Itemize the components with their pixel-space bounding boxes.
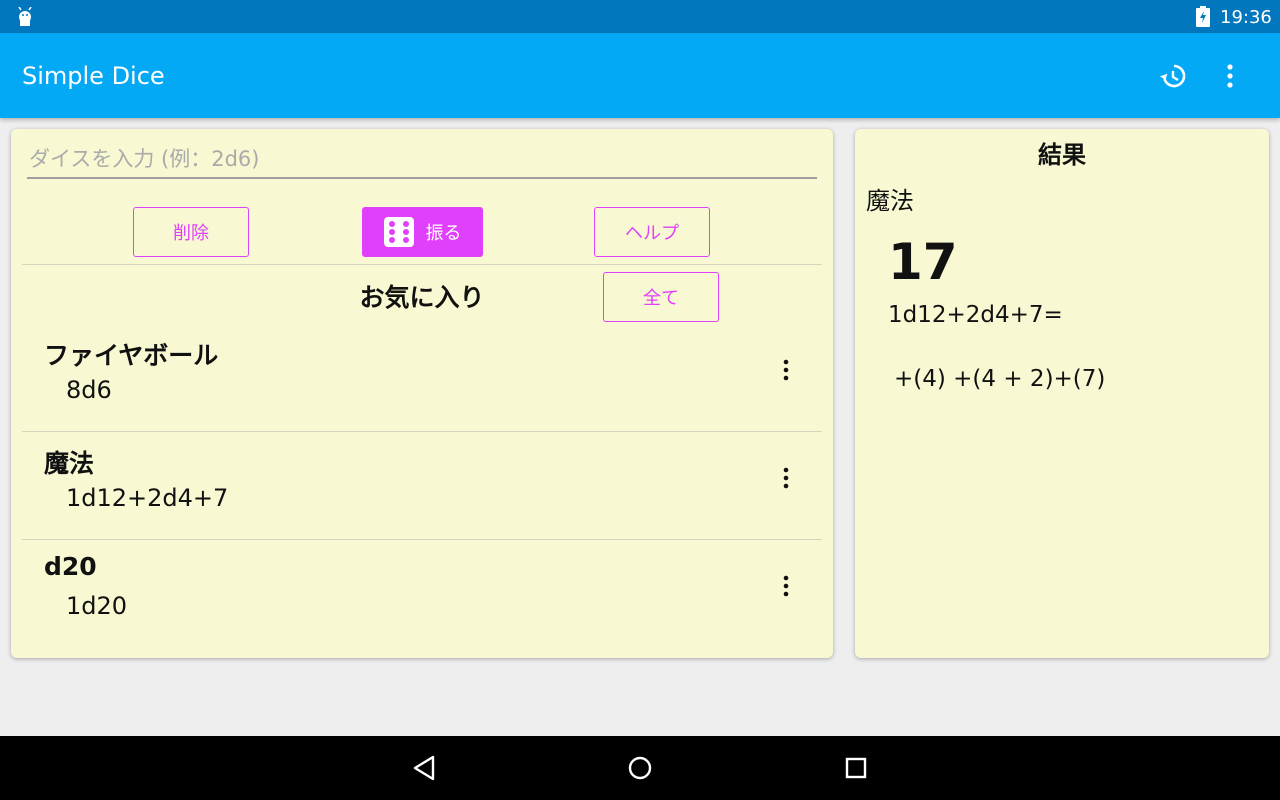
favorite-formula: 8d6 (66, 376, 112, 404)
result-breakdown: +(4) +(4 + 2)+(7) (894, 366, 1106, 392)
all-button[interactable]: 全て (603, 272, 719, 322)
roll-label: 振る (425, 223, 462, 244)
favorite-formula: 1d20 (66, 592, 128, 620)
favorite-formula: 1d12+2d4+7 (66, 484, 229, 512)
help-button[interactable]: ヘルプ (594, 207, 710, 257)
navigation-bar (0, 736, 1280, 800)
battery-charging-icon (1196, 6, 1210, 27)
app-bar: Simple Dice (0, 33, 1280, 118)
result-total: 17 (888, 233, 958, 291)
dice-panel: 削除 振る ヘルプ お気に入り 全て ファイヤボール 8d6 魔法 1d12+2… (11, 129, 833, 658)
android-icon (18, 7, 32, 26)
history-icon[interactable] (1158, 61, 1188, 91)
status-time: 19:36 (1220, 7, 1272, 28)
item-menu-icon[interactable] (778, 574, 794, 600)
result-formula: 1d12+2d4+7= (888, 302, 1063, 328)
divider (22, 264, 822, 265)
overflow-menu-icon[interactable] (1216, 61, 1244, 91)
result-name: 魔法 (866, 187, 914, 215)
dice-input[interactable] (27, 141, 817, 179)
favorite-name: ファイヤボール (44, 341, 219, 370)
nav-recent-icon[interactable] (842, 754, 870, 782)
favorite-name: d20 (44, 552, 97, 581)
item-menu-icon[interactable] (778, 358, 794, 384)
result-heading: 結果 (1038, 141, 1086, 169)
delete-button[interactable]: 削除 (133, 207, 249, 257)
item-menu-icon[interactable] (778, 466, 794, 492)
favorite-item[interactable]: d20 1d20 (22, 540, 822, 648)
nav-back-icon[interactable] (411, 754, 439, 782)
dice-icon (383, 217, 414, 247)
nav-home-icon[interactable] (626, 754, 654, 782)
favorite-item[interactable]: ファイヤボール 8d6 (22, 324, 822, 432)
status-bar: 19:36 (0, 0, 1280, 33)
app-title: Simple Dice (22, 62, 165, 90)
favorite-name: 魔法 (44, 449, 95, 478)
result-panel: 結果 魔法 17 1d12+2d4+7= +(4) +(4 + 2)+(7) (855, 129, 1269, 658)
favorite-item[interactable]: 魔法 1d12+2d4+7 (22, 432, 822, 540)
roll-button[interactable]: 振る (362, 207, 483, 257)
